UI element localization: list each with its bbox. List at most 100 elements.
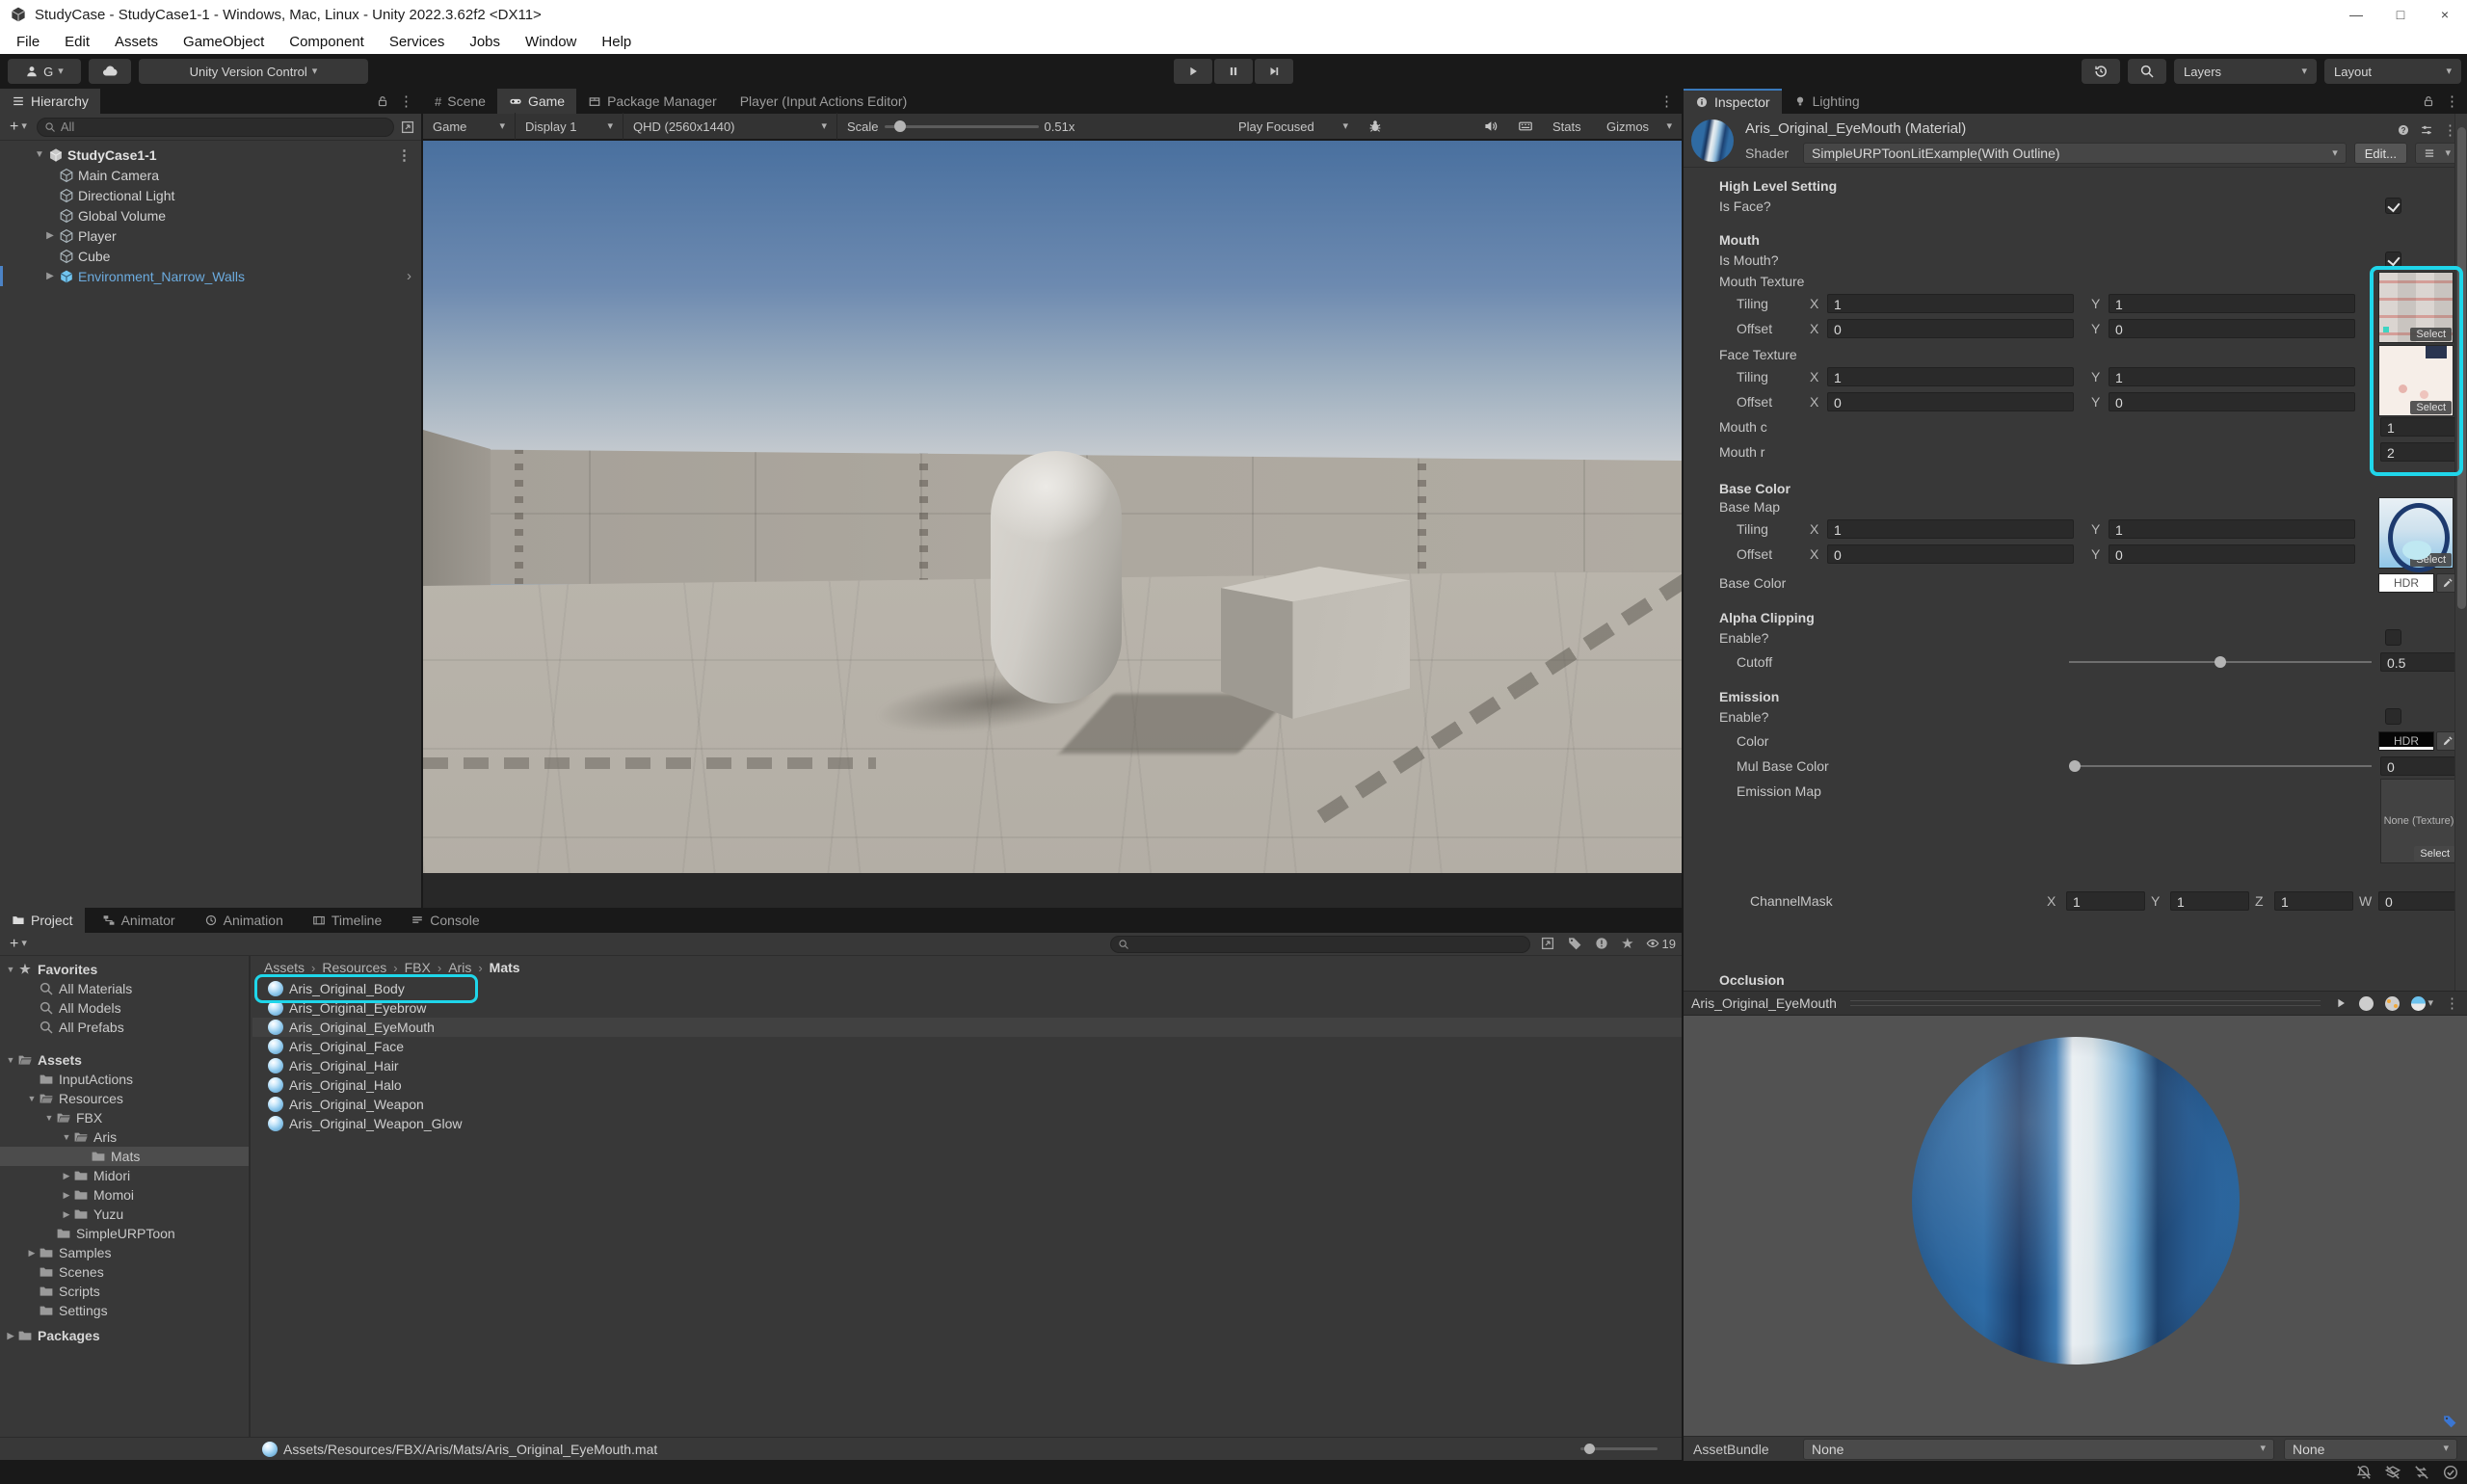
menu-window[interactable]: Window: [513, 29, 589, 54]
breadcrumb-resources[interactable]: Resources: [322, 960, 386, 975]
asset-labels-icon[interactable]: [2442, 1414, 2457, 1429]
preview-play-icon[interactable]: [2334, 996, 2348, 1010]
search-by-label-icon[interactable]: [1567, 936, 1582, 951]
menu-services[interactable]: Services: [377, 29, 458, 54]
expand-arrow-icon[interactable]: ▼: [25, 1094, 39, 1103]
tree-midori[interactable]: ▶ Midori: [0, 1166, 249, 1185]
kebab-menu-icon[interactable]: ⋮: [2445, 93, 2459, 110]
menu-help[interactable]: Help: [589, 29, 644, 54]
preview-mesh-icon[interactable]: [2359, 996, 2374, 1011]
resolution-dropdown[interactable]: QHD (2560x1440) ▾: [623, 113, 837, 140]
face-tiling-y-input[interactable]: 1: [2109, 367, 2355, 386]
assetbundle-variant-dropdown[interactable]: None ▾: [2284, 1439, 2457, 1460]
material-preview-area[interactable]: [1684, 1016, 2467, 1436]
frame-debugger-button[interactable]: [1358, 113, 1393, 140]
file-aris-original-body[interactable]: Aris_Original_Body: [252, 979, 1682, 998]
tree-yuzu[interactable]: ▶ Yuzu: [0, 1205, 249, 1224]
play-button[interactable]: [1174, 59, 1212, 84]
display-dropdown[interactable]: Display 1 ▾: [516, 113, 623, 140]
inspector-scrollbar[interactable]: [2454, 114, 2467, 991]
hierarchy-search-input[interactable]: All: [37, 118, 394, 137]
channel-z-input[interactable]: 1: [2274, 891, 2353, 911]
menu-gameobject[interactable]: GameObject: [171, 29, 277, 54]
collapse-arrow-icon[interactable]: ▶: [4, 1331, 17, 1341]
version-control-dropdown[interactable]: Unity Version Control ▾: [139, 59, 368, 84]
thumbnail-size-knob[interactable]: [1584, 1444, 1595, 1454]
preview-shape-dropdown[interactable]: ▾: [2411, 996, 2433, 1011]
tree-momoi[interactable]: ▶ Momoi: [0, 1185, 249, 1205]
channel-w-input[interactable]: 0: [2378, 891, 2457, 911]
mouth-tiling-y-input[interactable]: 1: [2109, 294, 2355, 313]
tree-inputactions[interactable]: InputActions: [0, 1070, 249, 1089]
tree-fbx[interactable]: ▼ FBX: [0, 1108, 249, 1127]
kebab-menu-icon[interactable]: ⋮: [2445, 994, 2459, 1012]
thumbnail-size-slider[interactable]: [1580, 1447, 1658, 1450]
importance-icon[interactable]: [1594, 936, 1609, 951]
tree-resources[interactable]: ▼ Resources: [0, 1089, 249, 1108]
breadcrumb-aris[interactable]: Aris: [448, 960, 471, 975]
assetbundle-dropdown[interactable]: None ▾: [1803, 1439, 2274, 1460]
mul-slider-knob[interactable]: [2069, 760, 2081, 772]
tab-console[interactable]: Console: [399, 908, 491, 933]
tab-animator[interactable]: Animator: [91, 908, 187, 933]
tab-player-input-actions[interactable]: Player (Input Actions Editor): [729, 89, 919, 114]
breadcrumb-assets[interactable]: Assets: [264, 960, 305, 975]
tab-package-manager[interactable]: Package Manager: [576, 89, 729, 114]
display-target-dropdown[interactable]: Game ▾: [423, 113, 516, 140]
shader-dropdown[interactable]: SimpleURPToonLitExample(With Outline) ▾: [1803, 143, 2347, 164]
tree-all-materials[interactable]: All Materials: [0, 979, 249, 998]
expand-arrow-icon[interactable]: ▼: [4, 1055, 17, 1065]
chevron-right-icon[interactable]: ›: [407, 268, 411, 284]
lock-icon[interactable]: [376, 94, 389, 108]
face-texture-thumbnail[interactable]: Select: [2378, 345, 2454, 416]
mul-base-color-slider[interactable]: [2069, 765, 2372, 767]
breadcrumb-mats[interactable]: Mats: [490, 960, 520, 975]
tab-animation[interactable]: Animation: [193, 908, 295, 933]
undo-history-button[interactable]: [2082, 59, 2120, 84]
menu-component[interactable]: Component: [277, 29, 377, 54]
collapse-arrow-icon[interactable]: ▶: [60, 1171, 73, 1181]
tree-samples[interactable]: ▶ Samples: [0, 1243, 249, 1262]
hierarchy-scene-row[interactable]: ▼ StudyCase1-1 ⋮: [0, 145, 421, 165]
game-viewport[interactable]: [423, 141, 1682, 873]
collapse-arrow-icon[interactable]: ▶: [60, 1209, 73, 1220]
hidden-count-toggle[interactable]: 19: [1646, 937, 1676, 951]
tree-settings[interactable]: Settings: [0, 1301, 249, 1320]
mouth-texture-thumbnail[interactable]: Select: [2378, 272, 2454, 343]
mul-value-input[interactable]: 0: [2380, 756, 2457, 776]
maximize-button[interactable]: □: [2378, 0, 2423, 29]
mouth-tiling-x-input[interactable]: 1: [1827, 294, 2074, 313]
menu-edit[interactable]: Edit: [52, 29, 102, 54]
face-tiling-x-input[interactable]: 1: [1827, 367, 2074, 386]
tab-project[interactable]: Project: [0, 908, 85, 933]
shader-edit-button[interactable]: Edit...: [2354, 143, 2407, 164]
auto-refresh-disabled-icon[interactable]: [2413, 1464, 2430, 1481]
emission-enable-checkbox[interactable]: [2385, 708, 2401, 725]
kebab-menu-icon[interactable]: ⋮: [397, 146, 411, 164]
scale-slider-knob[interactable]: [894, 120, 906, 132]
preview-drag-handle[interactable]: [1850, 1000, 2321, 1006]
vsync-button[interactable]: [1508, 113, 1543, 140]
gizmos-dropdown[interactable]: Gizmos ▾: [1597, 113, 1682, 140]
cutoff-value-input[interactable]: 0.5: [2380, 652, 2457, 672]
tree-all-models[interactable]: All Models: [0, 998, 249, 1018]
project-search-input[interactable]: [1110, 936, 1530, 953]
tree-aris[interactable]: ▼ Aris: [0, 1127, 249, 1147]
expand-arrow-icon[interactable]: ▼: [4, 965, 17, 974]
mouth-offset-y-input[interactable]: 0: [2109, 319, 2355, 338]
collapse-arrow-icon[interactable]: ▶: [60, 1190, 73, 1201]
mouth-r-input[interactable]: 2: [2380, 442, 2457, 462]
search-button[interactable]: [2128, 59, 2166, 84]
select-button[interactable]: Select: [2414, 846, 2455, 861]
tab-game[interactable]: Game: [497, 89, 576, 114]
tab-scene[interactable]: # Scene: [423, 89, 497, 114]
tab-hierarchy[interactable]: Hierarchy: [0, 89, 100, 114]
base-tiling-x-input[interactable]: 1: [1827, 519, 2074, 539]
alpha-enable-checkbox[interactable]: [2385, 629, 2401, 646]
collapse-arrow-icon[interactable]: ▶: [25, 1248, 39, 1259]
collapse-arrow-icon[interactable]: ▶: [43, 271, 57, 281]
breadcrumb-fbx[interactable]: FBX: [405, 960, 431, 975]
hierarchy-item-cube[interactable]: Cube: [0, 246, 421, 266]
file-aris-original-weapon[interactable]: Aris_Original_Weapon: [252, 1095, 1682, 1114]
kebab-menu-icon[interactable]: ⋮: [1659, 93, 1674, 110]
